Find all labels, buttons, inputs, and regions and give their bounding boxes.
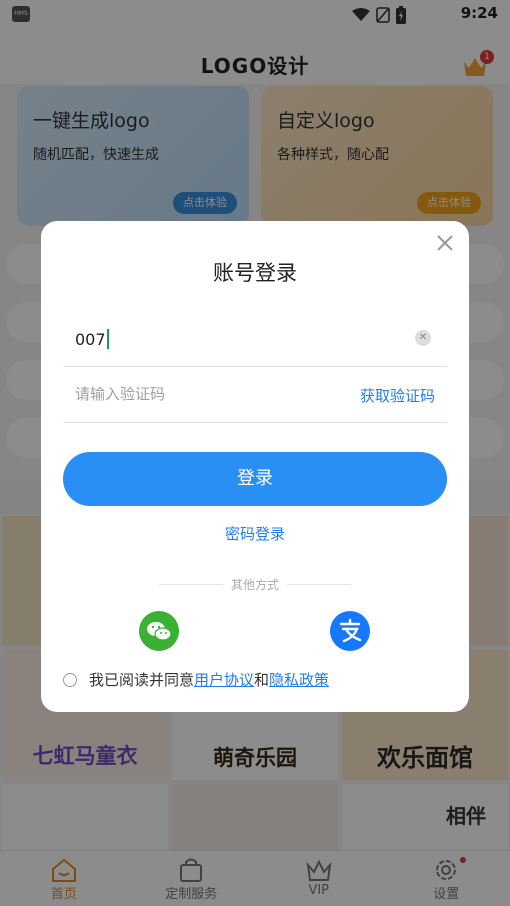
other-methods-label: 其他方式 — [231, 578, 280, 592]
alipay-icon — [339, 618, 362, 643]
code-field[interactable]: 获取验证码 — [63, 365, 447, 423]
wechat-login-button[interactable] — [139, 611, 179, 651]
phone-field[interactable]: 007 ✕ — [63, 309, 447, 367]
login-button[interactable]: 登录 — [63, 452, 447, 506]
divider-line — [287, 584, 352, 585]
dialog-title: 账号登录 — [213, 261, 297, 285]
phone-input[interactable]: 007 — [75, 329, 109, 349]
phone-value: 007 — [75, 330, 106, 349]
agreement-row: 我已阅读并同意 用户协议 和 隐私政策 — [63, 669, 329, 690]
login-dialog: 账号登录 007 ✕ 获取验证码 登录 密码登录 其他方式 我已阅读并同意 用户… — [41, 221, 469, 712]
clear-icon[interactable]: ✕ — [415, 330, 431, 346]
get-code-button[interactable]: 获取验证码 — [360, 385, 435, 406]
text-caret — [106, 329, 109, 349]
agreement-and: 和 — [254, 671, 270, 689]
other-methods-divider: 其他方式 — [159, 576, 352, 593]
alipay-login-button[interactable] — [330, 611, 370, 651]
privacy-policy-link[interactable]: 隐私政策 — [269, 669, 329, 690]
password-login-link[interactable]: 密码登录 — [41, 523, 469, 544]
wechat-icon — [147, 622, 172, 641]
verification-code-input[interactable] — [75, 385, 315, 403]
user-agreement-link[interactable]: 用户协议 — [194, 669, 254, 690]
close-icon[interactable] — [433, 231, 457, 255]
divider-line — [159, 584, 223, 585]
agreement-prefix: 我已阅读并同意 — [89, 671, 195, 689]
agreement-checkbox[interactable] — [63, 672, 77, 687]
